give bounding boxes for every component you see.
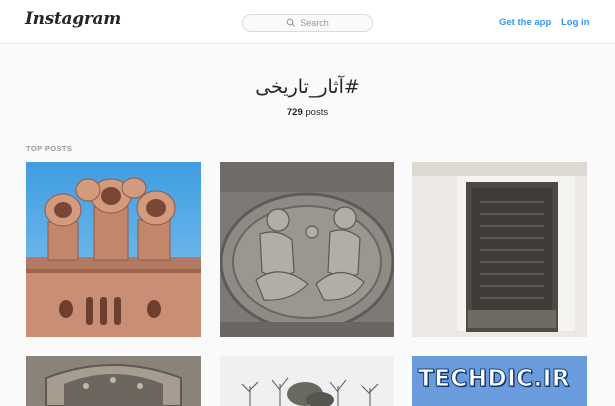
post-thumbnail[interactable]	[26, 356, 201, 406]
post-thumbnail[interactable]	[412, 162, 587, 337]
post-thumbnail[interactable]	[26, 162, 201, 337]
post-count-suffix: posts	[302, 107, 329, 118]
log-in-link[interactable]: Log in	[561, 17, 590, 28]
instagram-logo[interactable]: Instagram	[25, 9, 121, 29]
techdic-watermark: TECHDIC.IR	[417, 366, 571, 393]
post-count-number: 729	[286, 107, 303, 118]
get-the-app-link[interactable]: Get the app	[499, 17, 551, 28]
top-posts-heading: TOP POSTS	[26, 144, 73, 153]
search-placeholder: Search	[300, 18, 329, 28]
search-icon	[286, 18, 296, 27]
hashtag-title: #آثار_تاریخی	[255, 76, 360, 98]
post-thumbnail[interactable]	[220, 356, 394, 406]
top-navigation-bar: Instagram Search Get the app Log in	[0, 0, 615, 44]
search-input[interactable]: Search	[242, 14, 373, 32]
post-thumbnail[interactable]	[220, 162, 394, 337]
post-count: 729 posts	[0, 107, 615, 118]
